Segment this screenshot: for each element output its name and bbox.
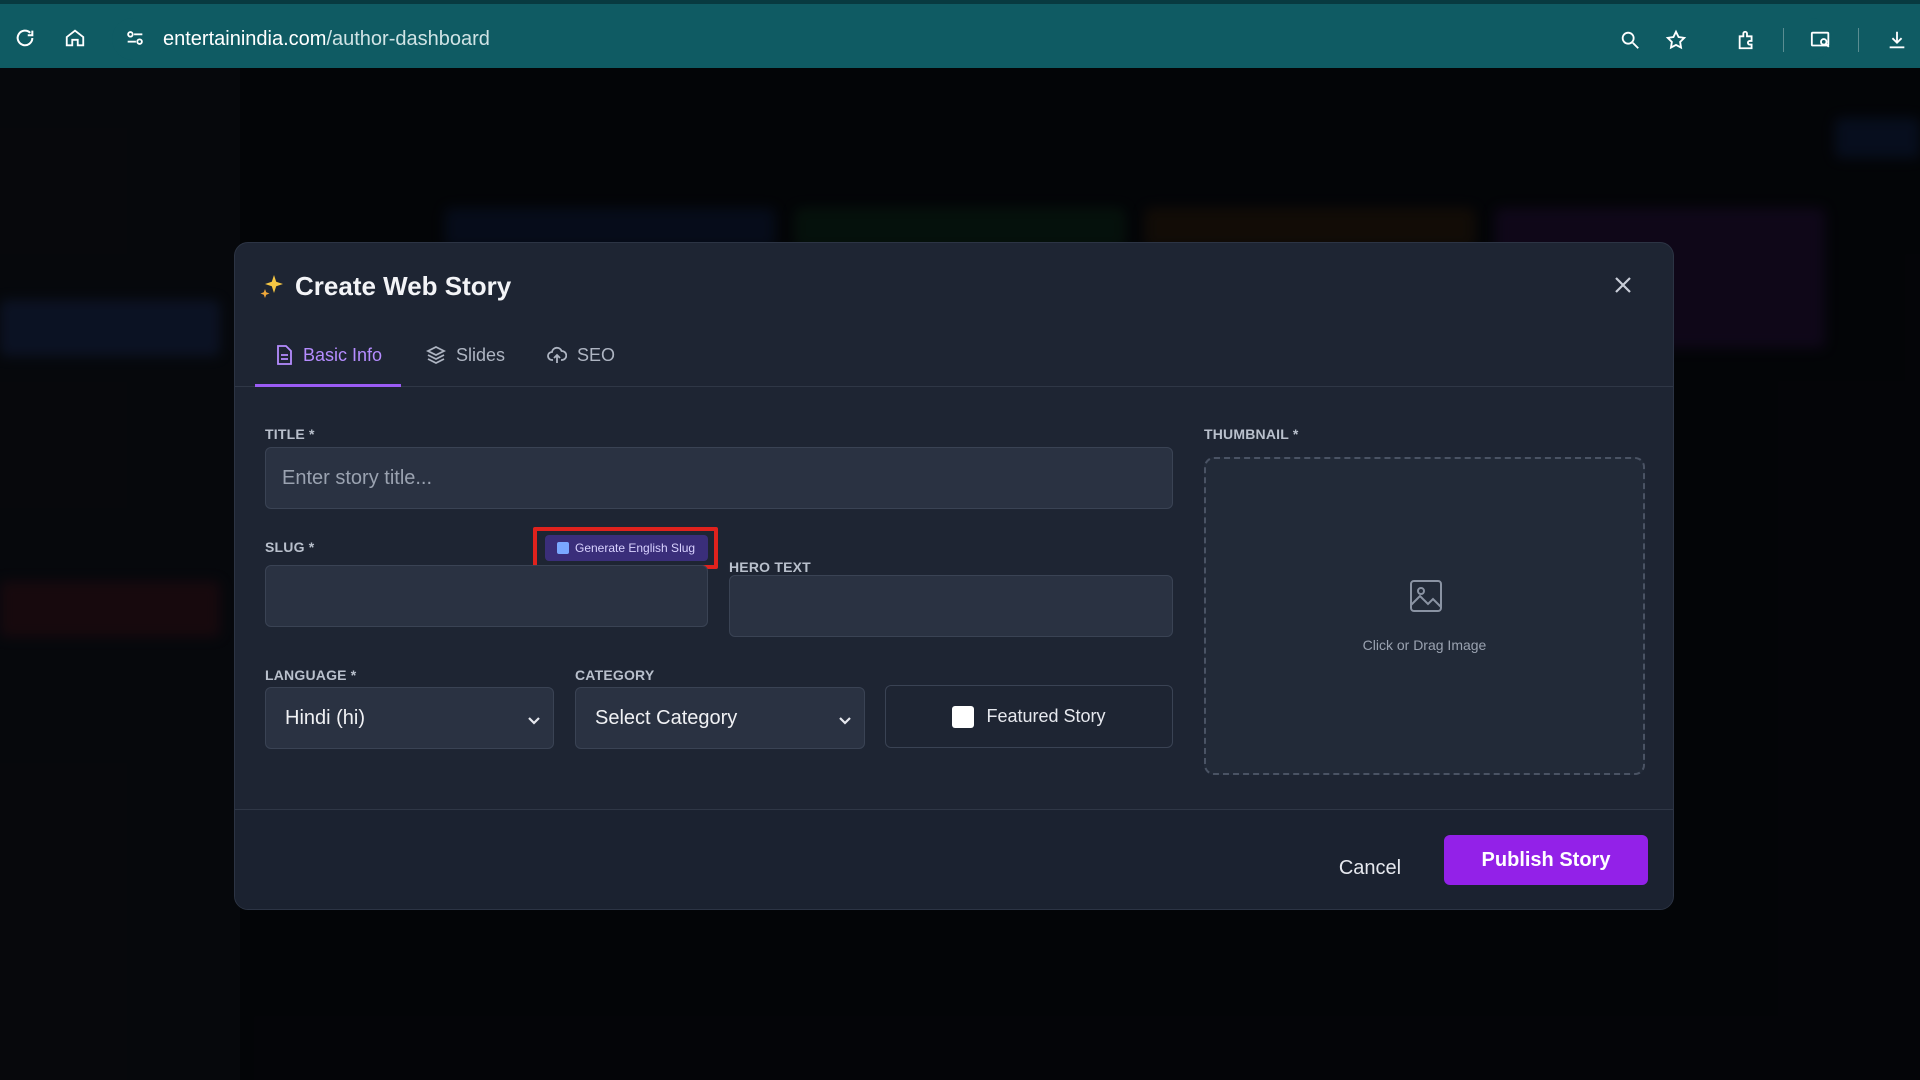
chevron-down-icon (527, 711, 541, 725)
category-selected-value: Select Category (595, 706, 738, 729)
modal-title: Create Web Story (295, 271, 512, 301)
create-web-story-modal: Create Web Story Basic Info Slides SEO T… (234, 242, 1674, 910)
tab-slides[interactable]: Slides (425, 345, 506, 387)
layers-icon (425, 345, 447, 370)
slug-input[interactable] (265, 565, 708, 627)
slug-label: SLUG * (265, 539, 315, 555)
home-icon[interactable] (61, 24, 89, 52)
extensions-icon[interactable] (1733, 26, 1761, 54)
hero-text-input[interactable] (729, 575, 1173, 637)
url-domain: entertainindia.com (163, 28, 327, 50)
language-label: LANGUAGE * (265, 667, 357, 683)
featured-label: Featured Story (986, 706, 1106, 726)
cloud-upload-icon (547, 345, 568, 370)
site-settings-icon[interactable] (124, 27, 146, 54)
active-tab-indicator (255, 384, 401, 387)
sparkle-icon (259, 273, 287, 301)
cancel-button[interactable]: Cancel (1325, 843, 1415, 893)
image-icon (1409, 579, 1443, 613)
bookmark-star-icon[interactable] (1662, 26, 1690, 54)
category-label: CATEGORY (575, 667, 655, 683)
download-icon[interactable] (1883, 26, 1911, 54)
tab-label: Slides (456, 345, 506, 365)
tab-label: Basic Info (303, 345, 383, 365)
reload-icon[interactable] (11, 24, 39, 52)
language-select[interactable]: Hindi (hi) (265, 687, 554, 749)
tab-basic-info[interactable]: Basic Info (275, 345, 382, 387)
tab-label: SEO (577, 345, 616, 365)
generate-english-slug-button[interactable]: Generate English Slug (545, 535, 708, 561)
url-text[interactable]: entertainindia.com/author-dashboard (163, 28, 490, 51)
category-select[interactable]: Select Category (575, 687, 865, 749)
toolbar-separator (1783, 28, 1784, 52)
thumbnail-hint: Click or Drag Image (1362, 637, 1487, 653)
toolbar-separator (1858, 28, 1859, 52)
thumbnail-dropzone[interactable]: Click or Drag Image (1204, 457, 1645, 775)
document-icon (275, 345, 293, 370)
featured-checkbox[interactable] (952, 705, 975, 728)
hero-text-label: HERO TEXT (729, 559, 811, 575)
language-selected-value: Hindi (hi) (285, 706, 366, 729)
close-icon[interactable] (1611, 273, 1635, 297)
publish-story-button[interactable]: Publish Story (1444, 835, 1648, 885)
generate-slug-label: Generate English Slug (575, 541, 696, 555)
thumbnail-label: THUMBNAIL * (1204, 426, 1299, 442)
modal-header: Create Web Story Basic Info Slides SEO (235, 243, 1673, 387)
browser-toolbar: entertainindia.com/author-dashboard (0, 0, 1920, 68)
tab-search-icon[interactable] (1807, 26, 1835, 54)
tab-seo[interactable]: SEO (547, 345, 615, 387)
title-input[interactable] (265, 447, 1173, 509)
zoom-icon[interactable] (1616, 26, 1644, 54)
refresh-icon (557, 542, 569, 554)
featured-story-toggle[interactable]: Featured Story (885, 685, 1173, 748)
title-label: TITLE * (265, 426, 315, 442)
url-path: /author-dashboard (326, 28, 490, 50)
chevron-down-icon (838, 711, 852, 725)
